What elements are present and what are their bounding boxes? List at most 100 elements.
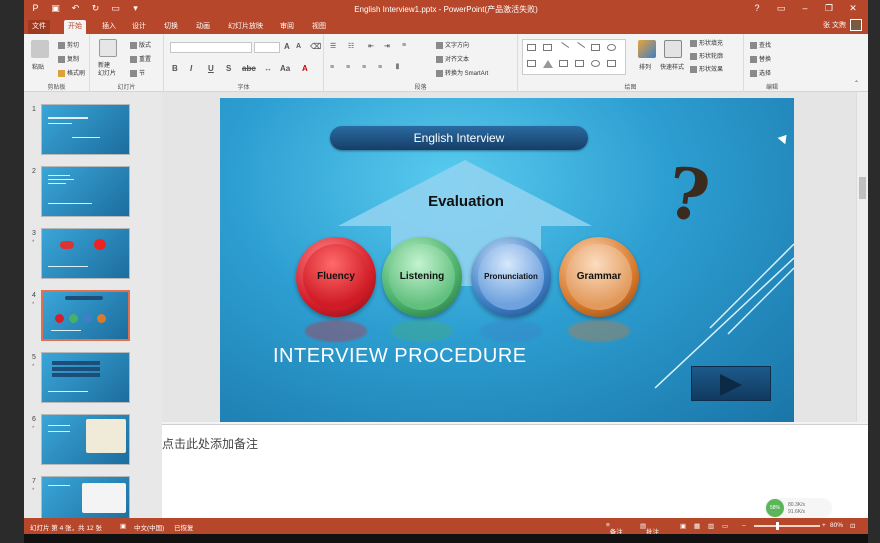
fluency-bubble[interactable]: Fluency	[296, 237, 376, 317]
zoom-level[interactable]: 80%	[830, 522, 843, 529]
slide-sorter-icon[interactable]: ▦	[694, 522, 700, 530]
zoom-out-icon[interactable]: –	[742, 522, 746, 529]
minimize-icon[interactable]: –	[794, 2, 816, 15]
slide-thumbnail-4[interactable]: 4 *	[24, 290, 162, 350]
grow-font-icon[interactable]: A	[284, 42, 290, 51]
play-button[interactable]	[691, 366, 771, 401]
shape-arrow-icon[interactable]	[573, 42, 586, 53]
section-button[interactable]: 节	[130, 68, 145, 77]
italic-icon[interactable]: I	[190, 64, 192, 73]
notes-toggle-button[interactable]: ≡ 备注	[606, 522, 623, 536]
convert-smartart-button[interactable]: 转换为 SmartArt	[436, 68, 488, 77]
paste-button[interactable]: 粘贴	[32, 62, 44, 71]
slide-title-banner[interactable]: English Interview	[330, 126, 588, 150]
text-direction-button[interactable]: 文字方向	[436, 40, 469, 49]
shapes-gallery[interactable]	[522, 39, 626, 75]
reading-view-icon[interactable]: ▥	[708, 522, 714, 530]
change-case-icon[interactable]: Aa	[280, 64, 290, 73]
notes-pane[interactable]: 点击此处添加备注	[162, 424, 868, 518]
select-button[interactable]: 选择	[750, 68, 771, 77]
shape-square-icon[interactable]	[591, 44, 600, 51]
tab-home[interactable]: 开始	[64, 20, 86, 34]
cut-button[interactable]: 剪切	[58, 40, 79, 49]
shape-arrow-right-icon[interactable]	[575, 60, 584, 67]
slide-thumbnail-5[interactable]: 5 *	[24, 352, 162, 412]
language-status[interactable]: 中文(中国)	[134, 522, 164, 532]
increase-indent-icon[interactable]: ⇥	[384, 42, 390, 50]
line-spacing-icon[interactable]: ≡	[402, 42, 406, 49]
shape-star-icon[interactable]	[607, 60, 616, 67]
ribbon-display-icon[interactable]: ▭	[770, 2, 792, 15]
font-color-icon[interactable]: A	[302, 64, 308, 73]
quick-styles-icon[interactable]	[664, 40, 682, 58]
slide-thumbnail-3[interactable]: 3 *	[24, 228, 162, 288]
collapse-ribbon-icon[interactable]: ⌃	[854, 80, 859, 87]
shape-textbox-icon[interactable]	[543, 44, 552, 51]
shrink-font-icon[interactable]: A	[296, 43, 301, 50]
grammar-bubble[interactable]: Grammar	[559, 237, 639, 317]
zoom-slider[interactable]	[754, 525, 820, 527]
help-icon[interactable]: ?	[746, 2, 768, 15]
shape-triangle-icon[interactable]	[543, 60, 553, 68]
slide-thumbnail-6[interactable]: 6 *	[24, 414, 162, 474]
slideshow-view-icon[interactable]: ▭	[722, 522, 728, 530]
slide-thumbnail-1[interactable]: 1	[24, 104, 162, 164]
align-text-button[interactable]: 对齐文本	[436, 54, 469, 63]
vertical-scrollbar[interactable]	[856, 92, 868, 422]
copy-button[interactable]: 复制	[58, 54, 79, 63]
align-center-icon[interactable]: ≡	[346, 64, 350, 71]
tab-review[interactable]: 审阅	[276, 20, 298, 34]
decrease-indent-icon[interactable]: ⇤	[368, 42, 374, 50]
spellcheck-icon[interactable]: ▣	[120, 522, 126, 530]
shape-fill-button[interactable]: 形状填充	[690, 38, 723, 47]
tab-slideshow[interactable]: 幻灯片放映	[224, 20, 267, 34]
char-spacing-icon[interactable]: ↔	[264, 64, 272, 73]
zoom-in-icon[interactable]: +	[822, 522, 826, 529]
user-account[interactable]: 张 文煦	[823, 19, 862, 31]
shape-line-icon[interactable]	[557, 42, 570, 53]
tab-animations[interactable]: 动画	[192, 20, 214, 34]
shape-curve-icon[interactable]	[591, 60, 600, 67]
columns-icon[interactable]: ⫴	[396, 64, 399, 72]
interview-procedure-heading[interactable]: INTERVIEW PROCEDURE	[273, 345, 527, 368]
restore-icon[interactable]: ❐	[818, 2, 840, 15]
find-button[interactable]: 查找	[750, 40, 771, 49]
shape-rounded-icon[interactable]	[527, 60, 536, 67]
listening-bubble[interactable]: Listening	[382, 237, 462, 317]
shape-oval-icon[interactable]	[607, 44, 616, 51]
reset-button[interactable]: 重置	[130, 54, 151, 63]
tab-design[interactable]: 设计	[128, 20, 150, 34]
format-painter-button[interactable]: 格式刷	[58, 68, 85, 77]
slide-thumbnail-7[interactable]: 7 *	[24, 476, 162, 518]
arrange-button[interactable]: 排列	[639, 62, 651, 71]
quick-styles-button[interactable]: 快速样式	[660, 62, 684, 71]
new-slide-button[interactable]: 新建 幻灯片	[98, 62, 116, 78]
normal-view-icon[interactable]: ▣	[680, 522, 686, 530]
font-name-box[interactable]	[170, 42, 252, 53]
bullets-icon[interactable]: ☰	[330, 42, 336, 50]
evaluation-label[interactable]: Evaluation	[396, 193, 536, 210]
tab-view[interactable]: 视图	[308, 20, 330, 34]
current-slide[interactable]: English Interview Evaluation Fluency Lis…	[220, 98, 794, 422]
slide-thumbnail-2[interactable]: 2	[24, 166, 162, 226]
shape-effects-button[interactable]: 形状效果	[690, 64, 723, 73]
underline-icon[interactable]: U	[208, 64, 214, 73]
zoom-slider-thumb[interactable]	[776, 522, 779, 530]
comments-toggle-button[interactable]: ▤ 批注	[640, 522, 659, 536]
font-size-box[interactable]	[254, 42, 280, 53]
close-icon[interactable]: ✕	[842, 2, 864, 15]
numbering-icon[interactable]: ☷	[348, 42, 354, 50]
tab-transitions[interactable]: 切换	[160, 20, 182, 34]
justify-icon[interactable]: ≡	[378, 64, 382, 71]
align-left-icon[interactable]: ≡	[330, 64, 334, 71]
shape-outline-button[interactable]: 形状轮廓	[690, 51, 723, 60]
bold-icon[interactable]: B	[172, 64, 178, 73]
clear-format-icon[interactable]: ⌫	[310, 42, 321, 51]
shape-rect-icon[interactable]	[527, 44, 536, 51]
layout-button[interactable]: 版式	[130, 40, 151, 49]
strikethrough-icon[interactable]: abc	[242, 64, 256, 73]
fit-to-window-icon[interactable]: ⊡	[850, 522, 855, 530]
pronunciation-bubble[interactable]: Pronunciation	[471, 237, 551, 317]
shape-bracket-icon[interactable]	[559, 60, 568, 67]
shadow-icon[interactable]: S	[226, 64, 231, 73]
